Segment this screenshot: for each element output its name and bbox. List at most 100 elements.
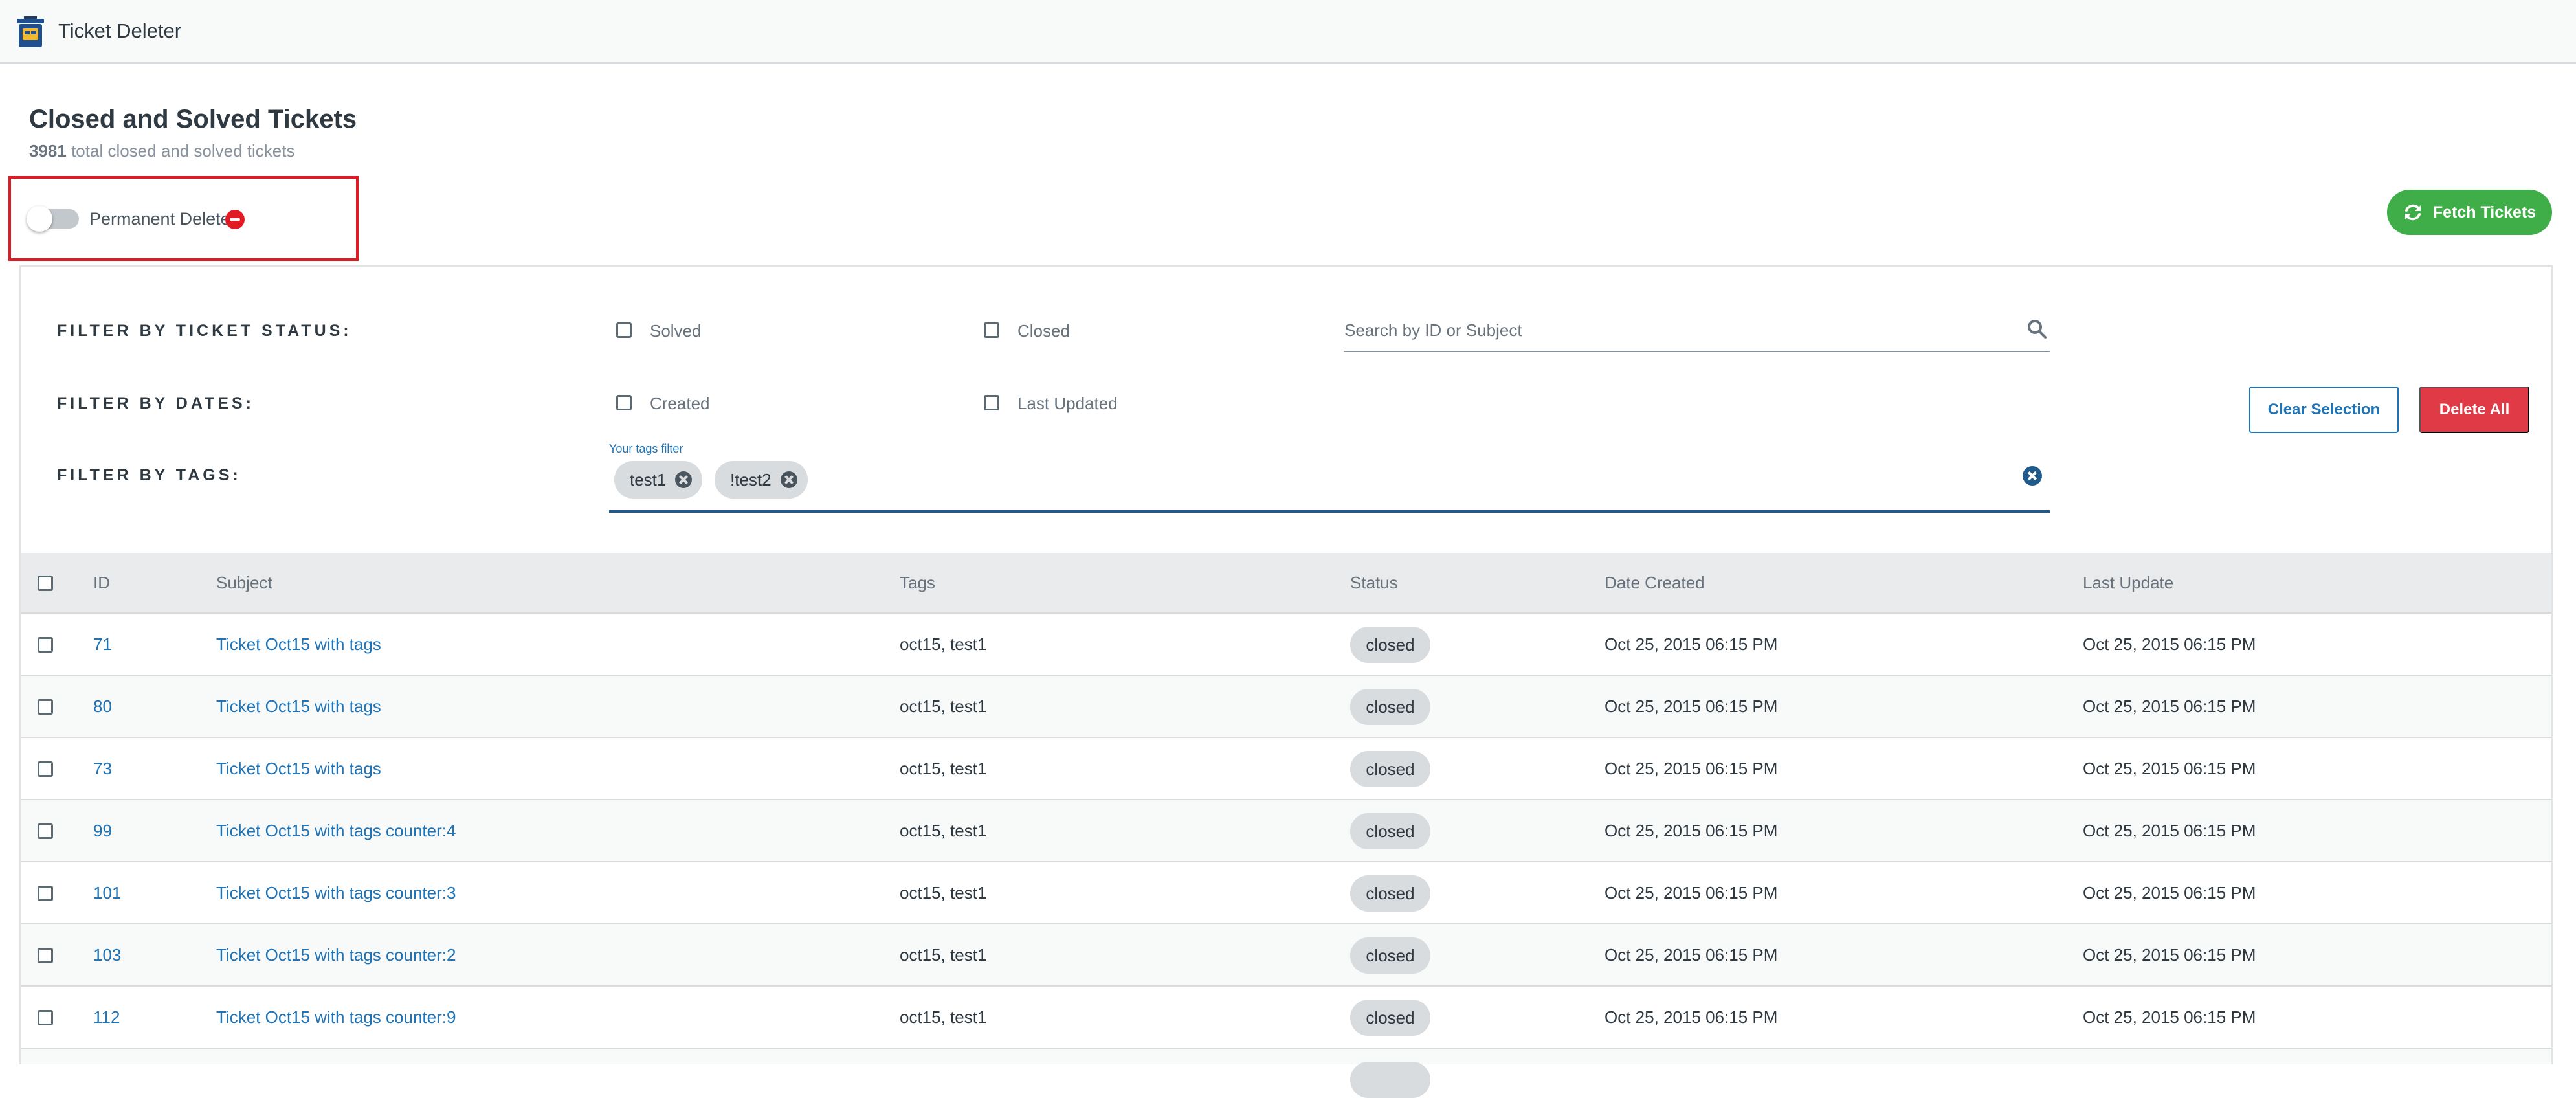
remove-tag-icon[interactable] xyxy=(780,471,797,488)
ticket-id[interactable]: 103 xyxy=(93,945,121,965)
label-last-updated: Last Updated xyxy=(1017,394,1118,413)
ticket-tags: oct15, test1 xyxy=(900,883,987,902)
table-row[interactable]: 103 Ticket Oct15 with tags counter:2 oct… xyxy=(21,924,2551,987)
table-row[interactable] xyxy=(21,1049,2551,1098)
row-checkbox[interactable] xyxy=(38,886,53,901)
date-created: Oct 25, 2015 06:15 PM xyxy=(1604,821,1778,840)
fetch-tickets-button[interactable]: Fetch Tickets xyxy=(2387,190,2552,235)
status-badge: closed xyxy=(1350,875,1430,912)
table-row[interactable]: 112 Ticket Oct15 with tags counter:9 oct… xyxy=(21,987,2551,1049)
ticket-tags: oct15, test1 xyxy=(900,697,987,716)
date-created: Oct 25, 2015 06:15 PM xyxy=(1604,759,1778,778)
ticket-id[interactable]: 99 xyxy=(93,821,112,841)
ticket-id[interactable]: 71 xyxy=(93,634,112,655)
table-header: ID Subject Tags Status Date Created Last… xyxy=(21,553,2551,614)
remove-tag-icon[interactable] xyxy=(675,471,693,488)
ticket-id[interactable]: 101 xyxy=(93,883,121,903)
last-update: Oct 25, 2015 06:15 PM xyxy=(2083,821,2256,840)
ticket-tags: oct15, test1 xyxy=(900,759,987,778)
ticket-subject[interactable]: Ticket Oct15 with tags xyxy=(216,759,381,779)
table-row[interactable]: 101 Ticket Oct15 with tags counter:3 oct… xyxy=(21,862,2551,924)
last-update: Oct 25, 2015 06:15 PM xyxy=(2083,883,2256,902)
ticket-id[interactable]: 73 xyxy=(93,759,112,779)
ticket-id[interactable]: 112 xyxy=(93,1007,120,1027)
ticket-subject[interactable]: Ticket Oct15 with tags counter:3 xyxy=(216,883,456,903)
date-created: Oct 25, 2015 06:15 PM xyxy=(1604,945,1778,965)
checkbox-solved[interactable] xyxy=(616,322,632,338)
column-id[interactable]: ID xyxy=(93,573,110,593)
status-badge: closed xyxy=(1350,689,1430,725)
date-created: Oct 25, 2015 06:15 PM xyxy=(1604,634,1778,654)
search-input[interactable] xyxy=(1344,317,1992,343)
page-title: Closed and Solved Tickets xyxy=(29,105,357,133)
total-ticket-count: 3981 xyxy=(29,141,67,161)
minus-circle-icon xyxy=(225,210,245,229)
tag-chip-label: test1 xyxy=(630,469,667,489)
ticket-subject[interactable]: Ticket Oct15 with tags xyxy=(216,634,381,655)
row-checkbox[interactable] xyxy=(38,948,53,963)
ticket-tags: oct15, test1 xyxy=(900,634,987,654)
row-checkbox[interactable] xyxy=(38,761,53,777)
ticket-tags: oct15, test1 xyxy=(900,1007,987,1027)
ticket-tags: oct15, test1 xyxy=(900,945,987,965)
ticket-subject[interactable]: Ticket Oct15 with tags counter:2 xyxy=(216,945,456,965)
table-row[interactable]: 99 Ticket Oct15 with tags counter:4 oct1… xyxy=(21,800,2551,862)
row-checkbox[interactable] xyxy=(38,637,53,653)
toggle-knob[interactable] xyxy=(27,206,52,232)
checkbox-last-updated[interactable] xyxy=(984,395,999,410)
column-status[interactable]: Status xyxy=(1350,573,1398,593)
tags-filter-input[interactable]: test1 !test2 xyxy=(609,457,2050,513)
status-badge: closed xyxy=(1350,627,1430,663)
checkbox-created[interactable] xyxy=(616,395,632,410)
delete-all-button[interactable]: Delete All xyxy=(2419,387,2529,433)
column-date-created[interactable]: Date Created xyxy=(1604,573,1705,593)
search-icon[interactable] xyxy=(2026,319,2047,339)
last-update: Oct 25, 2015 06:15 PM xyxy=(2083,697,2256,716)
fetch-tickets-label: Fetch Tickets xyxy=(2432,203,2537,221)
ticket-id[interactable]: 80 xyxy=(93,697,112,717)
ticket-tags: oct15, test1 xyxy=(900,821,987,840)
last-update: Oct 25, 2015 06:15 PM xyxy=(2083,634,2256,654)
ticket-subject[interactable]: Ticket Oct15 with tags counter:9 xyxy=(216,1007,456,1027)
row-checkbox[interactable] xyxy=(38,1010,53,1025)
checkbox-closed[interactable] xyxy=(984,322,999,338)
ticket-count-summary: 3981 total closed and solved tickets xyxy=(29,141,295,161)
table-row[interactable]: 73 Ticket Oct15 with tags oct15, test1 c… xyxy=(21,738,2551,800)
table-row[interactable]: 80 Ticket Oct15 with tags oct15, test1 c… xyxy=(21,676,2551,738)
column-last-update[interactable]: Last Update xyxy=(2083,573,2173,593)
clear-tags-icon[interactable] xyxy=(2023,466,2042,486)
column-tags[interactable]: Tags xyxy=(900,573,935,593)
filter-tags-label: FILTER BY TAGS: xyxy=(57,466,241,484)
row-checkbox[interactable] xyxy=(38,824,53,839)
permanent-delete-toggle[interactable] xyxy=(27,206,79,232)
permanent-delete-label: Permanent Delete xyxy=(89,209,230,229)
label-created: Created xyxy=(650,394,710,413)
clear-selection-button[interactable]: Clear Selection xyxy=(2249,387,2399,433)
trash-can-icon xyxy=(17,16,44,47)
ticket-count-label: total closed and solved tickets xyxy=(71,141,295,161)
top-bar: Ticket Deleter xyxy=(0,0,2576,64)
status-badge: closed xyxy=(1350,751,1430,787)
column-subject[interactable]: Subject xyxy=(216,573,272,593)
filter-status-label: FILTER BY TICKET STATUS: xyxy=(57,322,352,340)
select-all-checkbox[interactable] xyxy=(38,576,53,591)
status-badge xyxy=(1350,1062,1430,1098)
app-title: Ticket Deleter xyxy=(58,19,182,42)
tags-filter-caption: Your tags filter xyxy=(609,442,683,455)
date-created: Oct 25, 2015 06:15 PM xyxy=(1604,1007,1778,1027)
row-checkbox[interactable] xyxy=(38,699,53,715)
table-row[interactable]: 71 Ticket Oct15 with tags oct15, test1 c… xyxy=(21,614,2551,676)
tag-chip-label: !test2 xyxy=(730,469,772,489)
status-badge: closed xyxy=(1350,937,1430,974)
label-solved: Solved xyxy=(650,321,702,341)
date-created: Oct 25, 2015 06:15 PM xyxy=(1604,697,1778,716)
last-update: Oct 25, 2015 06:15 PM xyxy=(2083,945,2256,965)
ticket-subject[interactable]: Ticket Oct15 with tags xyxy=(216,697,381,717)
last-update: Oct 25, 2015 06:15 PM xyxy=(2083,759,2256,778)
last-update: Oct 25, 2015 06:15 PM xyxy=(2083,1007,2256,1027)
ticket-subject[interactable]: Ticket Oct15 with tags counter:4 xyxy=(216,821,456,841)
tag-chip: !test2 xyxy=(715,461,808,499)
label-closed: Closed xyxy=(1017,321,1070,341)
refresh-icon xyxy=(2404,204,2421,221)
search-field xyxy=(1344,311,2050,352)
